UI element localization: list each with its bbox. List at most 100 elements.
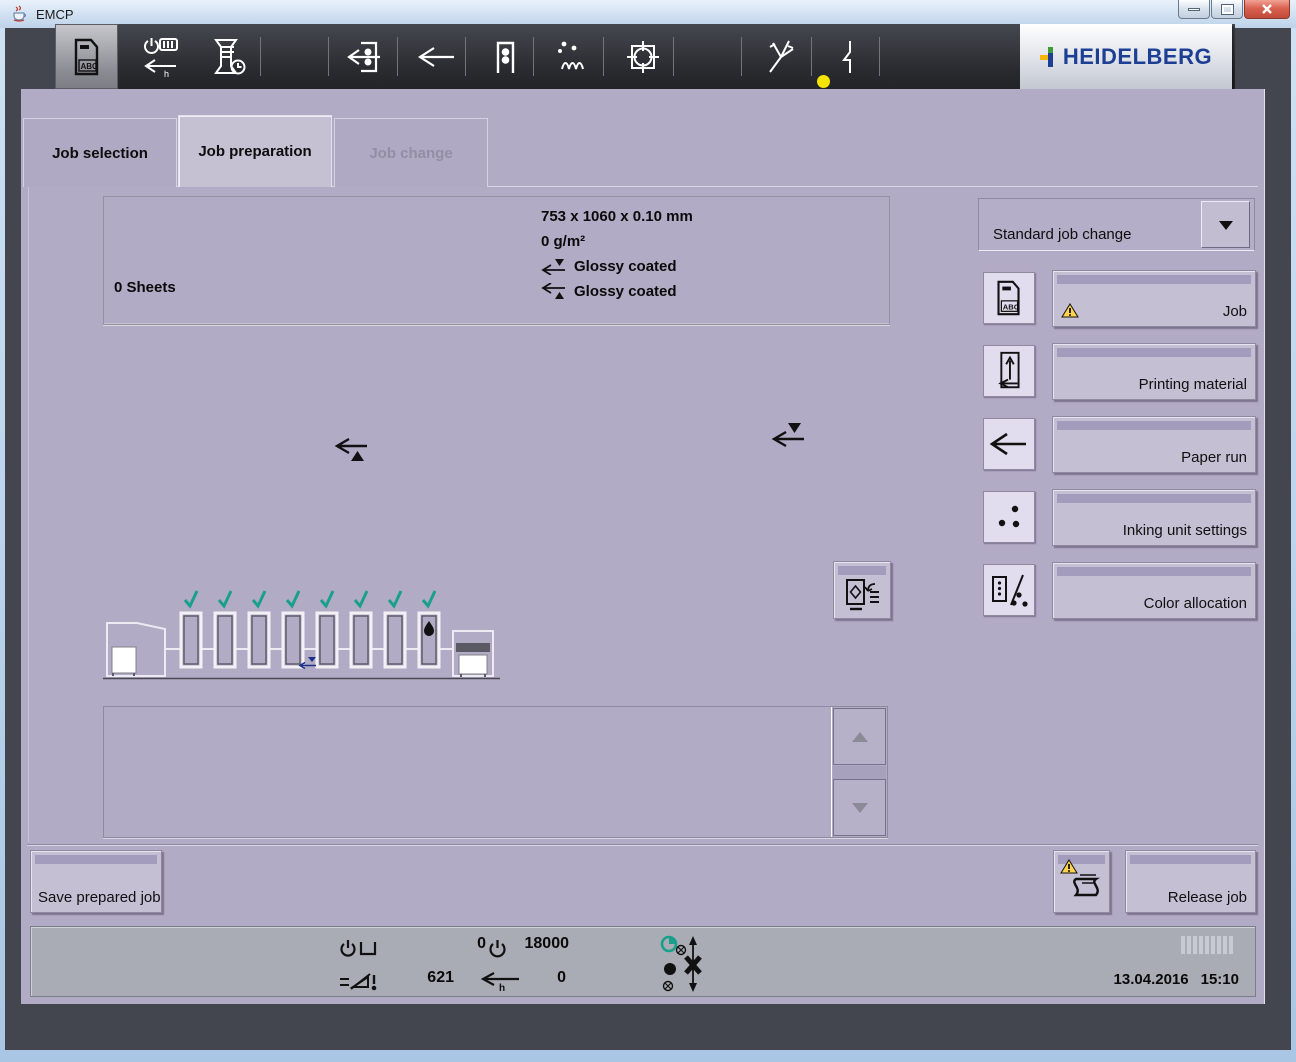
toolbar-paper-run-button[interactable]	[411, 24, 463, 89]
printing-unit	[181, 613, 201, 667]
caret-up-icon	[852, 724, 868, 742]
toolbar-dampening-button[interactable]	[547, 24, 599, 89]
job-change-type-value: Standard job change	[993, 226, 1131, 243]
toolbar-printing-unit-button[interactable]	[479, 24, 531, 89]
emcp-window: EMCP ABC	[0, 0, 1296, 1062]
scroll-track[interactable]	[833, 766, 886, 779]
job-shortcut-button[interactable]: ABC	[983, 272, 1035, 324]
unit-ok-icon	[355, 591, 367, 606]
inking-unit-icon	[988, 496, 1030, 538]
delivery-unit	[107, 623, 165, 676]
toolbar-separator	[397, 37, 398, 76]
scroll-up-button[interactable]	[833, 708, 886, 765]
heidelberg-wordmark: HEIDELBERG	[1063, 44, 1212, 70]
current-value: 621	[374, 969, 454, 987]
paper-grammage: 0 g/m²	[541, 232, 693, 251]
tab-job-preparation[interactable]: Job preparation	[178, 115, 332, 187]
toolbar-powder-button[interactable]	[756, 24, 808, 89]
printing-material-icon	[988, 349, 1030, 393]
panel-border	[28, 187, 29, 842]
sheets-remaining-value: 0	[486, 969, 566, 987]
printing-material-shortcut-button[interactable]	[983, 345, 1035, 397]
printing-material-button-label: Printing material	[1139, 376, 1247, 393]
load-indicator	[1181, 936, 1233, 954]
job-list-icon	[209, 36, 249, 78]
main-toolbar: ABC h	[55, 24, 1235, 89]
color-allocation-button-label: Color allocation	[1144, 595, 1247, 612]
press-state-cluster-icon	[658, 932, 708, 994]
printing-material-button[interactable]: Printing material	[1052, 343, 1256, 400]
caret-down-icon	[1219, 221, 1233, 237]
toolbar-job-button[interactable]: ABC	[55, 24, 118, 89]
toolbar-counter-button[interactable]: h	[135, 24, 187, 89]
toolbar-sheet-infeed-button[interactable]	[341, 24, 393, 89]
tab-label: Job selection	[52, 145, 148, 162]
release-job-button[interactable]: Release job	[1125, 850, 1256, 913]
toolbar-joblist-button[interactable]	[203, 24, 255, 89]
svg-text:ABC: ABC	[1003, 302, 1020, 311]
status-bar: 0 18000 621 h 0	[30, 926, 1256, 997]
color-allocation-icon	[987, 569, 1031, 611]
job-document-icon: ABC	[992, 278, 1026, 318]
data-transfer-icon	[844, 578, 882, 614]
electrics-icon	[829, 37, 869, 77]
paper-run-button-label: Paper run	[1181, 449, 1247, 466]
save-prepared-job-button[interactable]: Save prepared job	[30, 850, 162, 913]
heidelberg-logo: HEIDELBERG	[1020, 24, 1232, 89]
dropdown-arrow-button[interactable]	[1201, 201, 1250, 248]
close-button[interactable]	[1244, 0, 1290, 19]
paper-top-side-mark-icon	[770, 422, 808, 450]
coating-unit	[419, 613, 439, 667]
status-time: 15:10	[1201, 971, 1239, 988]
maximize-button[interactable]	[1211, 0, 1243, 19]
datetime: 13.04.2016 15:10	[1114, 971, 1239, 988]
color-allocation-button[interactable]: Color allocation	[1052, 562, 1256, 619]
window-title: EMCP	[36, 7, 74, 22]
button-accent-strip	[1057, 348, 1251, 357]
unit-ok-icon	[321, 591, 333, 606]
toolbar-separator	[260, 37, 261, 76]
job-change-type-select[interactable]: Standard job change	[978, 198, 1255, 251]
release-job-label: Release job	[1168, 889, 1247, 906]
paper-run-shortcut-button[interactable]	[983, 418, 1035, 470]
coating-top-row: Glossy coated	[541, 257, 693, 276]
printing-unit-icon	[487, 37, 523, 77]
job-data-transfer-button[interactable]	[833, 561, 891, 619]
scroll-down-button[interactable]	[833, 779, 886, 836]
impression-icon	[337, 972, 379, 992]
job-button[interactable]: Job	[1052, 270, 1256, 327]
paper-bottom-side-mark-icon	[333, 434, 371, 462]
tab-job-change: Job change	[334, 118, 488, 187]
job-steps-list	[103, 706, 888, 838]
tab-label: Job preparation	[198, 143, 311, 160]
heidelberg-plus-icon	[1040, 47, 1060, 67]
status-indicator-dot	[817, 75, 830, 88]
toolbar-separator	[879, 37, 880, 76]
press-diagram	[103, 585, 500, 680]
release-note-button[interactable]	[1053, 850, 1110, 913]
inking-unit-shortcut-button[interactable]	[983, 491, 1035, 543]
unit-ok-icon	[287, 591, 299, 606]
powder-spray-icon	[762, 37, 802, 77]
sheet-infeed-icon	[347, 37, 387, 77]
unit-ok-icon	[423, 591, 435, 606]
color-allocation-shortcut-button[interactable]	[983, 564, 1035, 616]
minimize-button[interactable]	[1178, 0, 1210, 19]
inking-unit-settings-button[interactable]: Inking unit settings	[1052, 489, 1256, 546]
paper-run-button[interactable]: Paper run	[1052, 416, 1256, 473]
job-button-label: Job	[1223, 303, 1247, 320]
printing-unit	[283, 613, 303, 667]
warning-icon	[1061, 303, 1079, 318]
minimize-icon	[1188, 8, 1200, 11]
inking-unit-settings-button-label: Inking unit settings	[1123, 522, 1247, 539]
toolbar-register-button[interactable]	[617, 24, 669, 89]
list-scrollbar	[831, 707, 887, 837]
printing-unit	[249, 613, 269, 667]
paper-run-icon	[417, 37, 457, 77]
paper-format: 753 x 1060 x 0.10 mm	[541, 207, 693, 226]
tab-job-selection[interactable]: Job selection	[23, 118, 177, 187]
toolbar-separator	[328, 37, 329, 76]
printing-unit	[351, 613, 371, 667]
feeder-unit	[453, 631, 493, 677]
toolbar-electrics-button[interactable]	[823, 24, 875, 89]
